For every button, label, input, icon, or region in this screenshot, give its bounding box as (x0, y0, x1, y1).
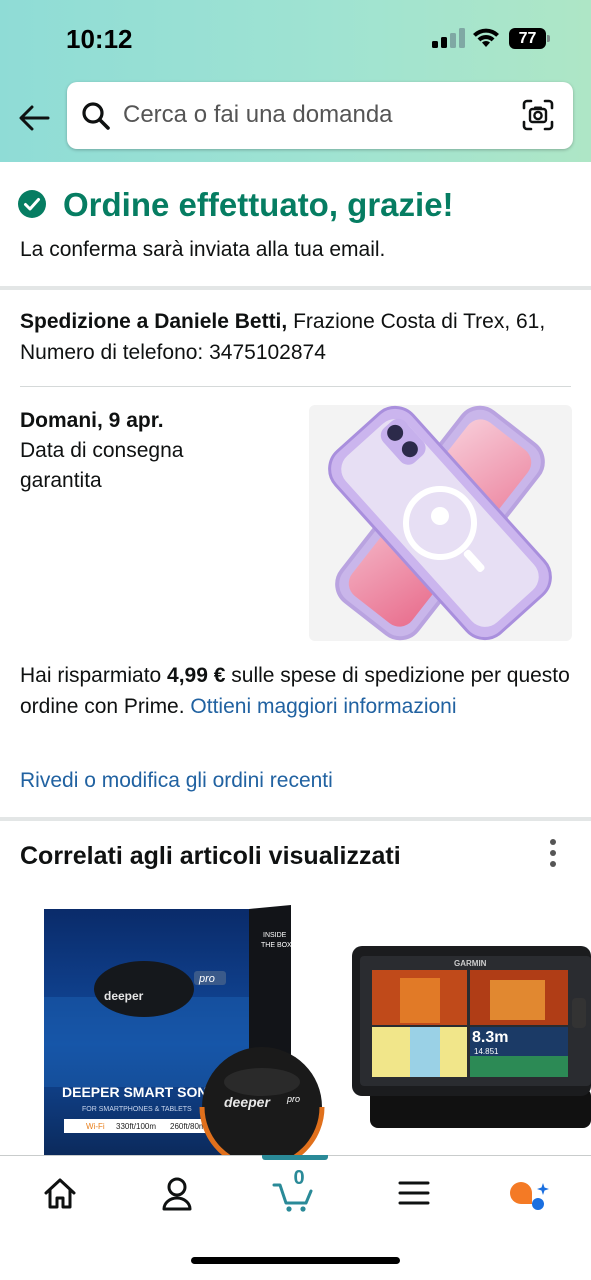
divider (20, 386, 571, 387)
savings-prefix: Hai risparmiato (20, 664, 168, 687)
camera-icon[interactable] (522, 99, 554, 131)
depth-reading-text: 8.3m (472, 1029, 508, 1046)
sonar-brand-text: deeper (224, 1094, 271, 1110)
order-confirmation: Ordine effettuato, grazie! La conferma s… (0, 162, 591, 286)
more-options-icon[interactable] (540, 838, 566, 870)
nav-account-button[interactable] (149, 1171, 205, 1215)
back-arrow-icon (19, 105, 50, 131)
cellular-signal-icon (432, 28, 465, 48)
cart-count-badge: 0 (293, 1167, 305, 1189)
nav-rufus-button[interactable] (502, 1171, 558, 1215)
section-divider (0, 286, 591, 290)
the-box-text: THE BOX (261, 942, 292, 949)
search-icon (82, 102, 110, 130)
spec-depth: 260ft/80m (170, 1122, 206, 1131)
spec-wifi: Wi-Fi (86, 1122, 105, 1131)
prime-savings-text: Hai risparmiato 4,99 € sulle spese di sp… (20, 660, 572, 722)
pro-badge-text: pro (198, 973, 215, 985)
depth-sub-text: 14.851 (474, 1047, 499, 1056)
battery-tip (547, 35, 550, 42)
inside-text: INSIDE (263, 932, 287, 939)
section-divider (0, 817, 591, 821)
nav-menu-button[interactable] (386, 1171, 442, 1215)
search-bar[interactable] (67, 82, 573, 149)
shipping-recipient: Spedizione a Daniele Betti, (20, 310, 288, 333)
shipping-address: Spedizione a Daniele Betti, Frazione Cos… (20, 306, 570, 368)
deeper-sonar-image: deeper pro DEEPER SMART SON FOR SMARTPHO… (44, 905, 325, 1155)
garmin-brand-text: GARMIN (454, 959, 487, 968)
nav-home-button[interactable] (32, 1171, 88, 1215)
battery-level: 77 (509, 28, 546, 49)
home-icon (44, 1178, 76, 1209)
confirmation-title: Ordine effettuato, grazie! (63, 186, 454, 223)
phone-case-image (328, 405, 552, 641)
ai-assistant-icon (510, 1182, 549, 1210)
search-input[interactable] (123, 92, 503, 138)
more-info-link[interactable]: Ottieni maggiori informazioni (190, 695, 456, 718)
sonar-pro-text: pro (286, 1094, 300, 1104)
battery-indicator: 77 (509, 28, 551, 49)
success-check-icon (18, 190, 46, 218)
savings-amount: 4,99 € (167, 664, 226, 687)
confirmation-subtitle: La conferma sarà inviata alla tua email. (20, 238, 386, 261)
spec-range: 330ft/100m (116, 1122, 156, 1131)
cart-active-indicator (262, 1155, 328, 1160)
product-image[interactable] (309, 405, 572, 641)
status-time: 10:12 (66, 24, 133, 54)
related-product-deeper-sonar[interactable]: deeper pro DEEPER SMART SON FOR SMARTPHO… (44, 897, 329, 1155)
review-orders-link[interactable]: Rivedi o modifica gli ordini recenti (20, 769, 333, 793)
home-indicator-bar (191, 1257, 400, 1264)
back-button[interactable] (14, 98, 54, 138)
related-section-title: Correlati agli articoli visualizzati (20, 842, 401, 870)
box-title-text: DEEPER SMART SON (62, 1084, 207, 1100)
delivery-guarantee: Data di consegna garantita (20, 439, 184, 492)
garmin-fishfinder-image: GARMIN 8.3m 14.851 (352, 946, 591, 1128)
account-icon (162, 1177, 192, 1211)
wifi-icon (473, 28, 499, 47)
related-product-garmin-fishfinder[interactable]: GARMIN 8.3m 14.851 (340, 938, 591, 1155)
delivery-date: Domani, 9 apr. (20, 409, 164, 432)
box-subtitle-text: FOR SMARTPHONES & TABLETS (82, 1106, 192, 1113)
deeper-brand-text: deeper (104, 989, 144, 1003)
hamburger-menu-icon (398, 1181, 430, 1205)
top-bar: 10:12 77 (0, 0, 591, 162)
